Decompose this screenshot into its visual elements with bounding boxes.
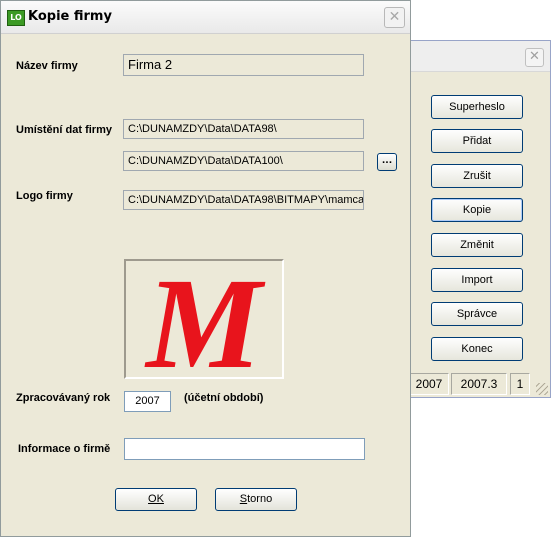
logo-path-field[interactable]: C:\DUNAMZDY\Data\DATA98\BITMAPY\mamca.bm… [123,190,364,210]
company-name-field[interactable]: Firma 2 [123,54,364,76]
background-close-icon[interactable]: ✕ [525,48,544,67]
browse-button[interactable]: ... [377,153,397,171]
ok-button-label: OK [148,493,164,505]
resize-grip[interactable] [536,383,548,395]
background-window: ✕ Superheslo Přidat Zrušit Kopie Změnit … [408,40,551,398]
copy-company-dialog: LO Kopie firmy ✕ Název firmy Firma 2 Umí… [0,0,411,537]
status-year: 2007 [409,373,449,395]
zrusit-button[interactable]: Zrušit [431,164,523,188]
logo-m-letter: M [144,261,266,377]
company-name-label: Název firmy [16,60,78,72]
kopie-button[interactable]: Kopie [431,198,523,222]
pridat-button[interactable]: Přidat [431,129,523,153]
cancel-button-label: torno [247,493,273,505]
status-version: 2007.3 [451,373,507,395]
logo-label: Logo firmy [16,190,73,202]
spravce-button[interactable]: Správce [431,302,523,326]
status-number: 1 [510,373,530,395]
dialog-title: Kopie firmy [28,9,112,24]
year-label: Zpracovávaný rok [16,392,111,404]
data-location-target-field[interactable]: C:\DUNAMZDY\Data\DATA100\ [123,151,364,171]
background-window-titlebar: ✕ [409,41,550,72]
import-button[interactable]: Import [431,268,523,292]
svg-text:M: M [144,261,266,377]
year-field[interactable]: 2007 [124,391,171,412]
close-icon[interactable]: ✕ [384,7,405,28]
company-logo: M [124,259,284,379]
data-location-label: Umístění dat firmy [16,124,112,136]
year-note: (účetní období) [184,392,264,404]
superheslo-button[interactable]: Superheslo [431,95,523,119]
ok-button[interactable]: OK [115,488,197,511]
cancel-button[interactable]: Storno [215,488,297,511]
info-label: Informace o firmě [18,443,111,455]
zmenit-button[interactable]: Změnit [431,233,523,257]
data-location-source-field[interactable]: C:\DUNAMZDY\Data\DATA98\ [123,119,364,139]
konec-button[interactable]: Konec [431,337,523,361]
info-field[interactable] [124,438,365,460]
app-icon: LO [7,10,25,26]
dialog-titlebar: LO Kopie firmy ✕ [1,1,410,34]
